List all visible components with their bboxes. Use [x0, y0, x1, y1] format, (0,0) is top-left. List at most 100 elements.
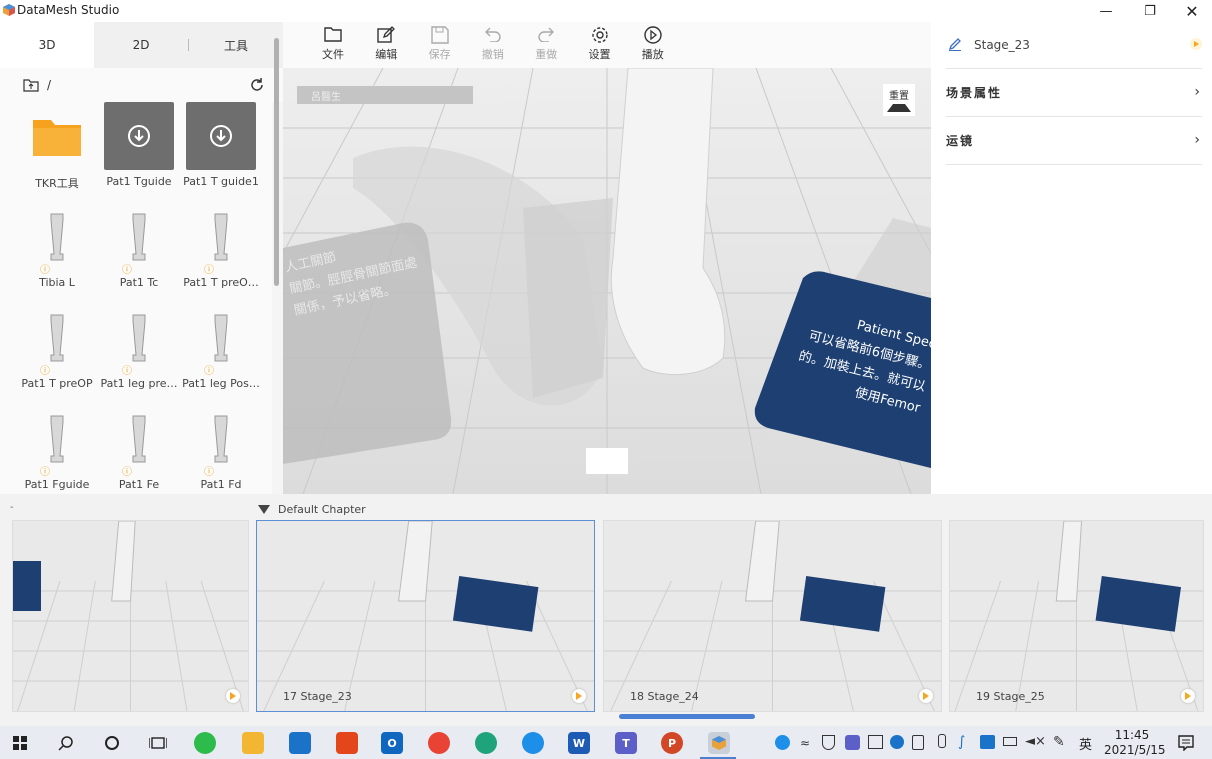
stage-play-icon[interactable] — [226, 689, 240, 703]
chrome-icon[interactable] — [428, 732, 450, 754]
outlook-icon[interactable]: O — [381, 732, 403, 754]
toolbar-label: 文件 — [322, 48, 344, 61]
search-icon[interactable] — [58, 735, 74, 751]
refresh-icon[interactable] — [249, 77, 265, 93]
bone-model-icon — [104, 203, 174, 271]
edge-icon[interactable] — [475, 732, 497, 754]
warning-icon: ⓘ — [40, 265, 50, 276]
security-shield-icon[interactable] — [822, 735, 835, 750]
feishu-icon[interactable] — [522, 732, 544, 754]
name-bar-label: 呂醫生 — [311, 92, 341, 103]
asset-item[interactable]: ⓘ Pat1 leg pre… — [98, 304, 180, 404]
asset-item[interactable]: Pat1 Tguide — [98, 102, 180, 202]
3d-viewport[interactable]: 呂醫生 重置 人工關節 關節。脛脛骨關節面處 關係，予以省略。 Patient … — [283, 68, 931, 494]
stage-card[interactable]: 17 Stage_23 — [256, 520, 595, 712]
clock[interactable]: 11:45 2021/5/15 — [1104, 728, 1166, 758]
asset-item[interactable]: ⓘ Pat1 Fd — [180, 405, 262, 494]
asset-item[interactable]: Pat1 T guide1 — [180, 102, 262, 202]
bone-model-icon — [186, 405, 256, 473]
app-logo-icon — [3, 4, 15, 16]
tray-app-icon[interactable] — [890, 735, 904, 749]
tab-tools[interactable]: 工具 — [189, 22, 283, 68]
asset-label: Pat1 leg pre… — [100, 377, 178, 390]
asset-item[interactable]: ⓘ Pat1 T preO… — [180, 203, 262, 303]
tab-3d[interactable]: 3D — [0, 22, 94, 68]
play-stage-icon[interactable] — [1190, 38, 1202, 50]
reset-button[interactable]: 重置 — [885, 87, 913, 102]
asset-item[interactable]: ⓘ Pat1 Fe — [98, 405, 180, 494]
asset-item[interactable]: ⓘ Pat1 Tc — [98, 203, 180, 303]
toolbar-edit-button[interactable]: 编辑 — [360, 26, 412, 66]
network-icon[interactable]: ≈ — [800, 736, 810, 750]
tab-2d[interactable]: 2D — [94, 22, 188, 68]
scene-properties-row[interactable]: 场景属性 › — [946, 68, 1202, 117]
stage-card[interactable]: 18 Stage_24 — [603, 520, 942, 712]
tray-feishu-icon[interactable] — [775, 735, 790, 750]
notification-icon[interactable] — [1178, 735, 1194, 751]
datamesh-taskbar-icon[interactable] — [708, 732, 730, 754]
play-icon — [627, 26, 679, 46]
stage-card-label: 18 Stage_24 — [630, 690, 699, 703]
tibia-guide-shape — [523, 198, 613, 398]
stage-name[interactable]: Stage_23 — [974, 38, 1030, 52]
asset-label: Tibia L — [39, 276, 75, 289]
timeline-scrollbar[interactable] — [619, 714, 755, 719]
folder-up-icon[interactable] — [23, 78, 39, 92]
minimize-button[interactable]: — — [1084, 0, 1128, 22]
asset-tabs: 3D 2D 工具 — [0, 22, 283, 68]
bone-model-icon — [186, 203, 256, 271]
mail-icon[interactable] — [289, 732, 311, 754]
toolbar-folder-button[interactable]: 文件 — [307, 26, 359, 66]
asset-item[interactable]: ⓘ Pat1 leg Pos… — [180, 304, 262, 404]
asset-label: TKR工具 — [35, 177, 79, 190]
office-icon[interactable] — [336, 732, 358, 754]
cortana-icon[interactable] — [104, 735, 120, 751]
usb-icon[interactable] — [912, 735, 924, 750]
word-icon[interactable]: W — [568, 732, 590, 754]
toolbar-gear-button[interactable]: 设置 — [574, 26, 626, 66]
warning-icon: ⓘ — [204, 366, 214, 377]
battery-icon[interactable] — [1003, 737, 1017, 746]
ime-indicator[interactable]: 英 — [1079, 734, 1092, 753]
asset-item[interactable]: ⓘ Pat1 Fguide — [16, 405, 98, 494]
stage-header: Stage_23 — [946, 22, 1202, 69]
microphone-icon[interactable] — [938, 734, 946, 748]
title-bar: DataMesh Studio — ❐ ✕ — [0, 0, 1212, 22]
volume-icon[interactable]: ◄× — [1025, 734, 1046, 749]
stage-play-icon[interactable] — [919, 689, 933, 703]
bone-model-icon — [186, 304, 256, 372]
clock-date: 2021/5/15 — [1104, 743, 1166, 757]
stage-card[interactable]: 19 Stage_25 — [949, 520, 1204, 712]
chapter-collapse-icon[interactable] — [258, 505, 270, 514]
pencil-icon[interactable] — [948, 37, 962, 51]
undo-icon — [467, 26, 519, 46]
wechat-icon[interactable] — [194, 732, 216, 754]
powerpoint-icon[interactable]: P — [661, 732, 683, 754]
windows-start-icon[interactable] — [13, 736, 27, 750]
tray-calendar-icon[interactable] — [868, 735, 883, 749]
pen-icon[interactable]: ✎ — [1053, 734, 1065, 750]
tray-remote-icon[interactable] — [980, 735, 995, 749]
warning-icon: ⓘ — [40, 366, 50, 377]
task-view-icon[interactable] — [149, 735, 167, 751]
stage-play-icon[interactable] — [1181, 689, 1195, 703]
qr-marker — [586, 448, 628, 474]
stage-card[interactable] — [12, 520, 249, 712]
close-button[interactable]: ✕ — [1170, 0, 1212, 22]
stage-play-icon[interactable] — [572, 689, 586, 703]
file-explorer-icon[interactable] — [242, 732, 264, 754]
toolbar-play-button[interactable]: 播放 — [627, 26, 679, 66]
asset-item[interactable]: ⓘ Pat1 T preOP — [16, 304, 98, 404]
asset-item[interactable]: ⓘ Tibia L — [16, 203, 98, 303]
bone-model-icon — [104, 405, 174, 473]
asset-scrollbar[interactable] — [274, 38, 279, 286]
gear-icon — [574, 26, 626, 46]
teams-icon[interactable]: T — [615, 732, 637, 754]
tray-teams-icon[interactable] — [845, 735, 860, 750]
asset-item[interactable]: TKR工具 — [16, 102, 98, 202]
warning-icon: ⓘ — [122, 265, 132, 276]
camera-row[interactable]: 运镜 › — [946, 116, 1202, 165]
chapter-title[interactable]: Default Chapter — [278, 503, 366, 516]
maximize-button[interactable]: ❐ — [1128, 0, 1172, 22]
bluetooth-icon[interactable]: ∫ — [958, 734, 965, 750]
